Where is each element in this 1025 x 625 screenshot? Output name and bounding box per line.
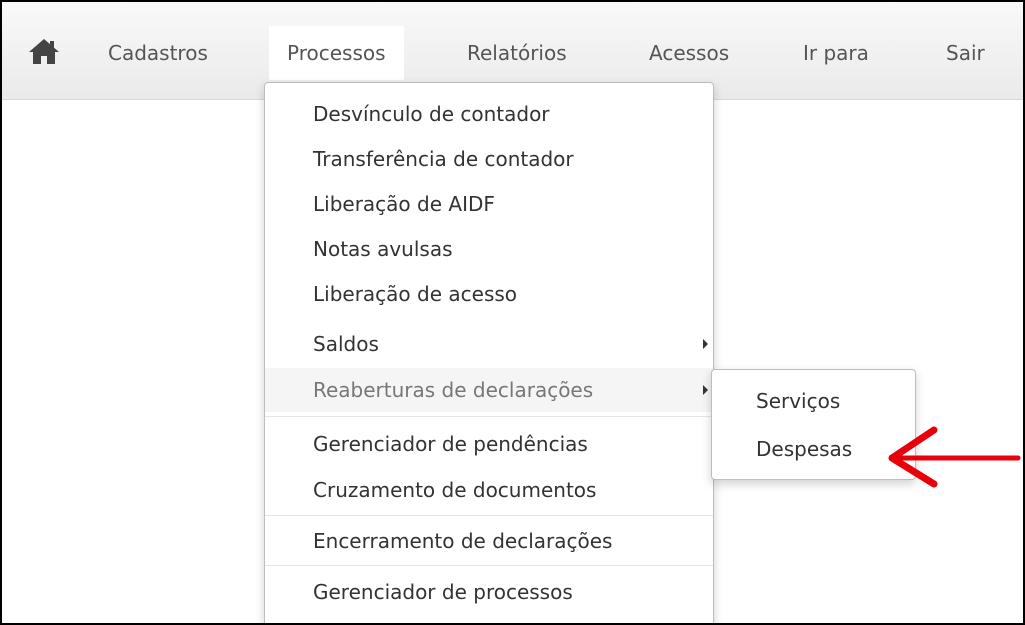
menu-item-notas-avulsas[interactable]: Notas avulsas [265,227,713,271]
menu-item-reaberturas-declaracoes[interactable]: Reaberturas de declarações [265,368,713,412]
menu-item-transferencia-contador[interactable]: Transferência de contador [265,137,713,181]
menu-item-liberacao-aidf[interactable]: Liberação de AIDF [265,182,713,226]
submenu-item-servicos[interactable]: Serviços [712,379,915,423]
menu-item-gerenciador-pendencias[interactable]: Gerenciador de pendências [265,422,713,466]
red-arrow-annotation-icon [888,426,1021,488]
menu-divider [265,565,713,566]
menu-item-saldos[interactable]: Saldos [265,322,713,366]
menu-item-liberacao-acesso[interactable]: Liberação de acesso [265,272,713,316]
menu-item-reaberturas-label: Reaberturas de declarações [313,378,594,402]
menu-divider [265,515,713,516]
menu-item-desvinculo-contador[interactable]: Desvínculo de contador [265,92,713,136]
menu-item-encerramento-declaracoes[interactable]: Encerramento de declarações [265,519,713,563]
screenshot-frame: Cadastros Processos Relatórios Acessos I… [0,0,1025,625]
nav-item-sair[interactable]: Sair [928,26,1003,80]
nav-item-processos[interactable]: Processos [269,26,404,80]
nav-item-cadastros[interactable]: Cadastros [90,26,226,80]
submenu-caret-icon [703,339,708,349]
home-icon[interactable] [28,36,60,66]
nav-item-ir-para[interactable]: Ir para [785,26,887,80]
processos-dropdown-menu: Desvínculo de contador Transferência de … [264,82,714,623]
menu-item-cruzamento-documentos[interactable]: Cruzamento de documentos [265,468,713,512]
menu-divider [265,416,713,417]
menu-item-saldos-label: Saldos [313,332,379,356]
menu-item-gerenciador-processos[interactable]: Gerenciador de processos [265,570,713,614]
nav-item-relatorios[interactable]: Relatórios [449,26,585,80]
submenu-caret-icon [703,385,708,395]
nav-item-acessos[interactable]: Acessos [631,26,747,80]
